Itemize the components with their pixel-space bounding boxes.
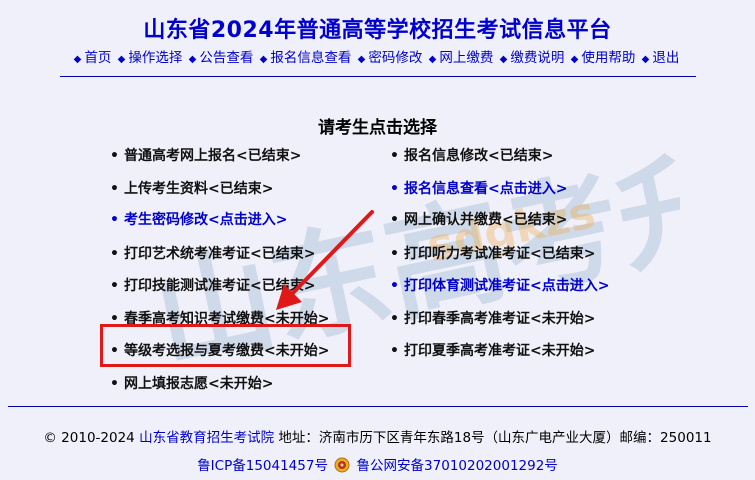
section-title: 请考生点击选择 <box>318 118 437 138</box>
diamond-icon: ◆ <box>259 54 268 65</box>
nav-link[interactable]: 密码修改 <box>368 50 422 66</box>
nav-item-help[interactable]: ◆ 使用帮助 <box>571 50 638 66</box>
diamond-icon: ◆ <box>641 54 650 65</box>
nav-link[interactable]: 首页 <box>84 50 111 66</box>
nav-item-password[interactable]: ◆ 密码修改 <box>358 50 425 66</box>
nav-link[interactable]: 报名信息查看 <box>270 50 351 66</box>
copyright-text: © 2010-2024 <box>43 430 135 446</box>
nav-item-home[interactable]: ◆ 首页 <box>74 50 114 66</box>
diamond-icon: ◆ <box>73 54 82 65</box>
menu-item-print-summer-admission[interactable]: 打印夏季高考准考证<未开始> <box>390 340 595 360</box>
footer-records: 鲁ICP备15041457号 鲁公网安备37010202001292号 <box>0 454 755 474</box>
org-link[interactable]: 山东省教育招生考试院 <box>139 430 274 446</box>
diamond-icon: ◆ <box>357 54 366 65</box>
police-badge-icon <box>334 457 350 473</box>
nav-link[interactable]: 使用帮助 <box>581 50 635 66</box>
diamond-icon: ◆ <box>570 54 579 65</box>
nav-item-payment[interactable]: ◆ 网上缴费 <box>429 50 496 66</box>
menu-item-fill-volunteer[interactable]: 网上填报志愿<未开始> <box>110 373 273 393</box>
address-text: 地址：济南市历下区青年东路18号（山东广电产业大厦）邮编：250011 <box>278 430 712 446</box>
menu-item-print-spring-admission[interactable]: 打印春季高考准考证<未开始> <box>390 308 595 328</box>
nav-link[interactable]: 缴费说明 <box>510 50 564 66</box>
nav-link[interactable]: 操作选择 <box>128 50 182 66</box>
nav-item-notice[interactable]: ◆ 公告查看 <box>189 50 256 66</box>
icp-link[interactable]: 鲁ICP备15041457号 <box>197 458 328 474</box>
menu-item-gaokao-registration[interactable]: 普通高考网上报名<已结束> <box>110 145 301 165</box>
menu-item-upload-materials[interactable]: 上传考生资料<已结束> <box>110 178 273 198</box>
footer-divider <box>8 406 748 407</box>
menu-item-change-password[interactable]: 考生密码修改<点击进入> <box>110 209 287 229</box>
menu-item-view-registration[interactable]: 报名信息查看<点击进入> <box>390 178 567 198</box>
menu-item-print-pe-admission[interactable]: 打印体育测试准考证<点击进入> <box>390 275 609 295</box>
nav-item-payment-info[interactable]: ◆ 缴费说明 <box>500 50 567 66</box>
diamond-icon: ◆ <box>428 54 437 65</box>
nav-item-logout[interactable]: ◆ 退出 <box>642 50 682 66</box>
menu-item-print-art-admission[interactable]: 打印艺术统考准考证<已结束> <box>110 243 315 263</box>
nav-link[interactable]: 退出 <box>652 50 679 66</box>
menu-item-print-listening-admission[interactable]: 打印听力考试准考证<已结束> <box>390 243 595 263</box>
menu-item-confirm-payment[interactable]: 网上确认并缴费<已结束> <box>390 209 567 229</box>
diamond-icon: ◆ <box>499 54 508 65</box>
police-record-link[interactable]: 鲁公网安备37010202001292号 <box>357 458 558 474</box>
highlight-box <box>100 324 351 367</box>
header-divider <box>60 76 696 77</box>
nav-link[interactable]: 网上缴费 <box>439 50 493 66</box>
top-nav: ◆ 首页 ◆ 操作选择 ◆ 公告查看 ◆ 报名信息查看 ◆ 密码修改 ◆ 网上缴费 ◆ 缴费说… <box>0 46 755 66</box>
page-title: 山东省2024年普通高等学校招生考试信息平台 <box>143 18 612 43</box>
nav-item-operation[interactable]: ◆ 操作选择 <box>118 50 185 66</box>
menu-item-print-skill-admission[interactable]: 打印技能测试准考证<已结束> <box>110 275 315 295</box>
diamond-icon: ◆ <box>188 54 197 65</box>
menu-item-modify-registration[interactable]: 报名信息修改<已结束> <box>390 145 553 165</box>
diamond-icon: ◆ <box>117 54 126 65</box>
nav-link[interactable]: 公告查看 <box>199 50 253 66</box>
nav-item-registration-view[interactable]: ◆ 报名信息查看 <box>260 50 354 66</box>
footer-copyright: © 2010-2024 山东省教育招生考试院 地址：济南市历下区青年东路18号（… <box>0 426 755 446</box>
